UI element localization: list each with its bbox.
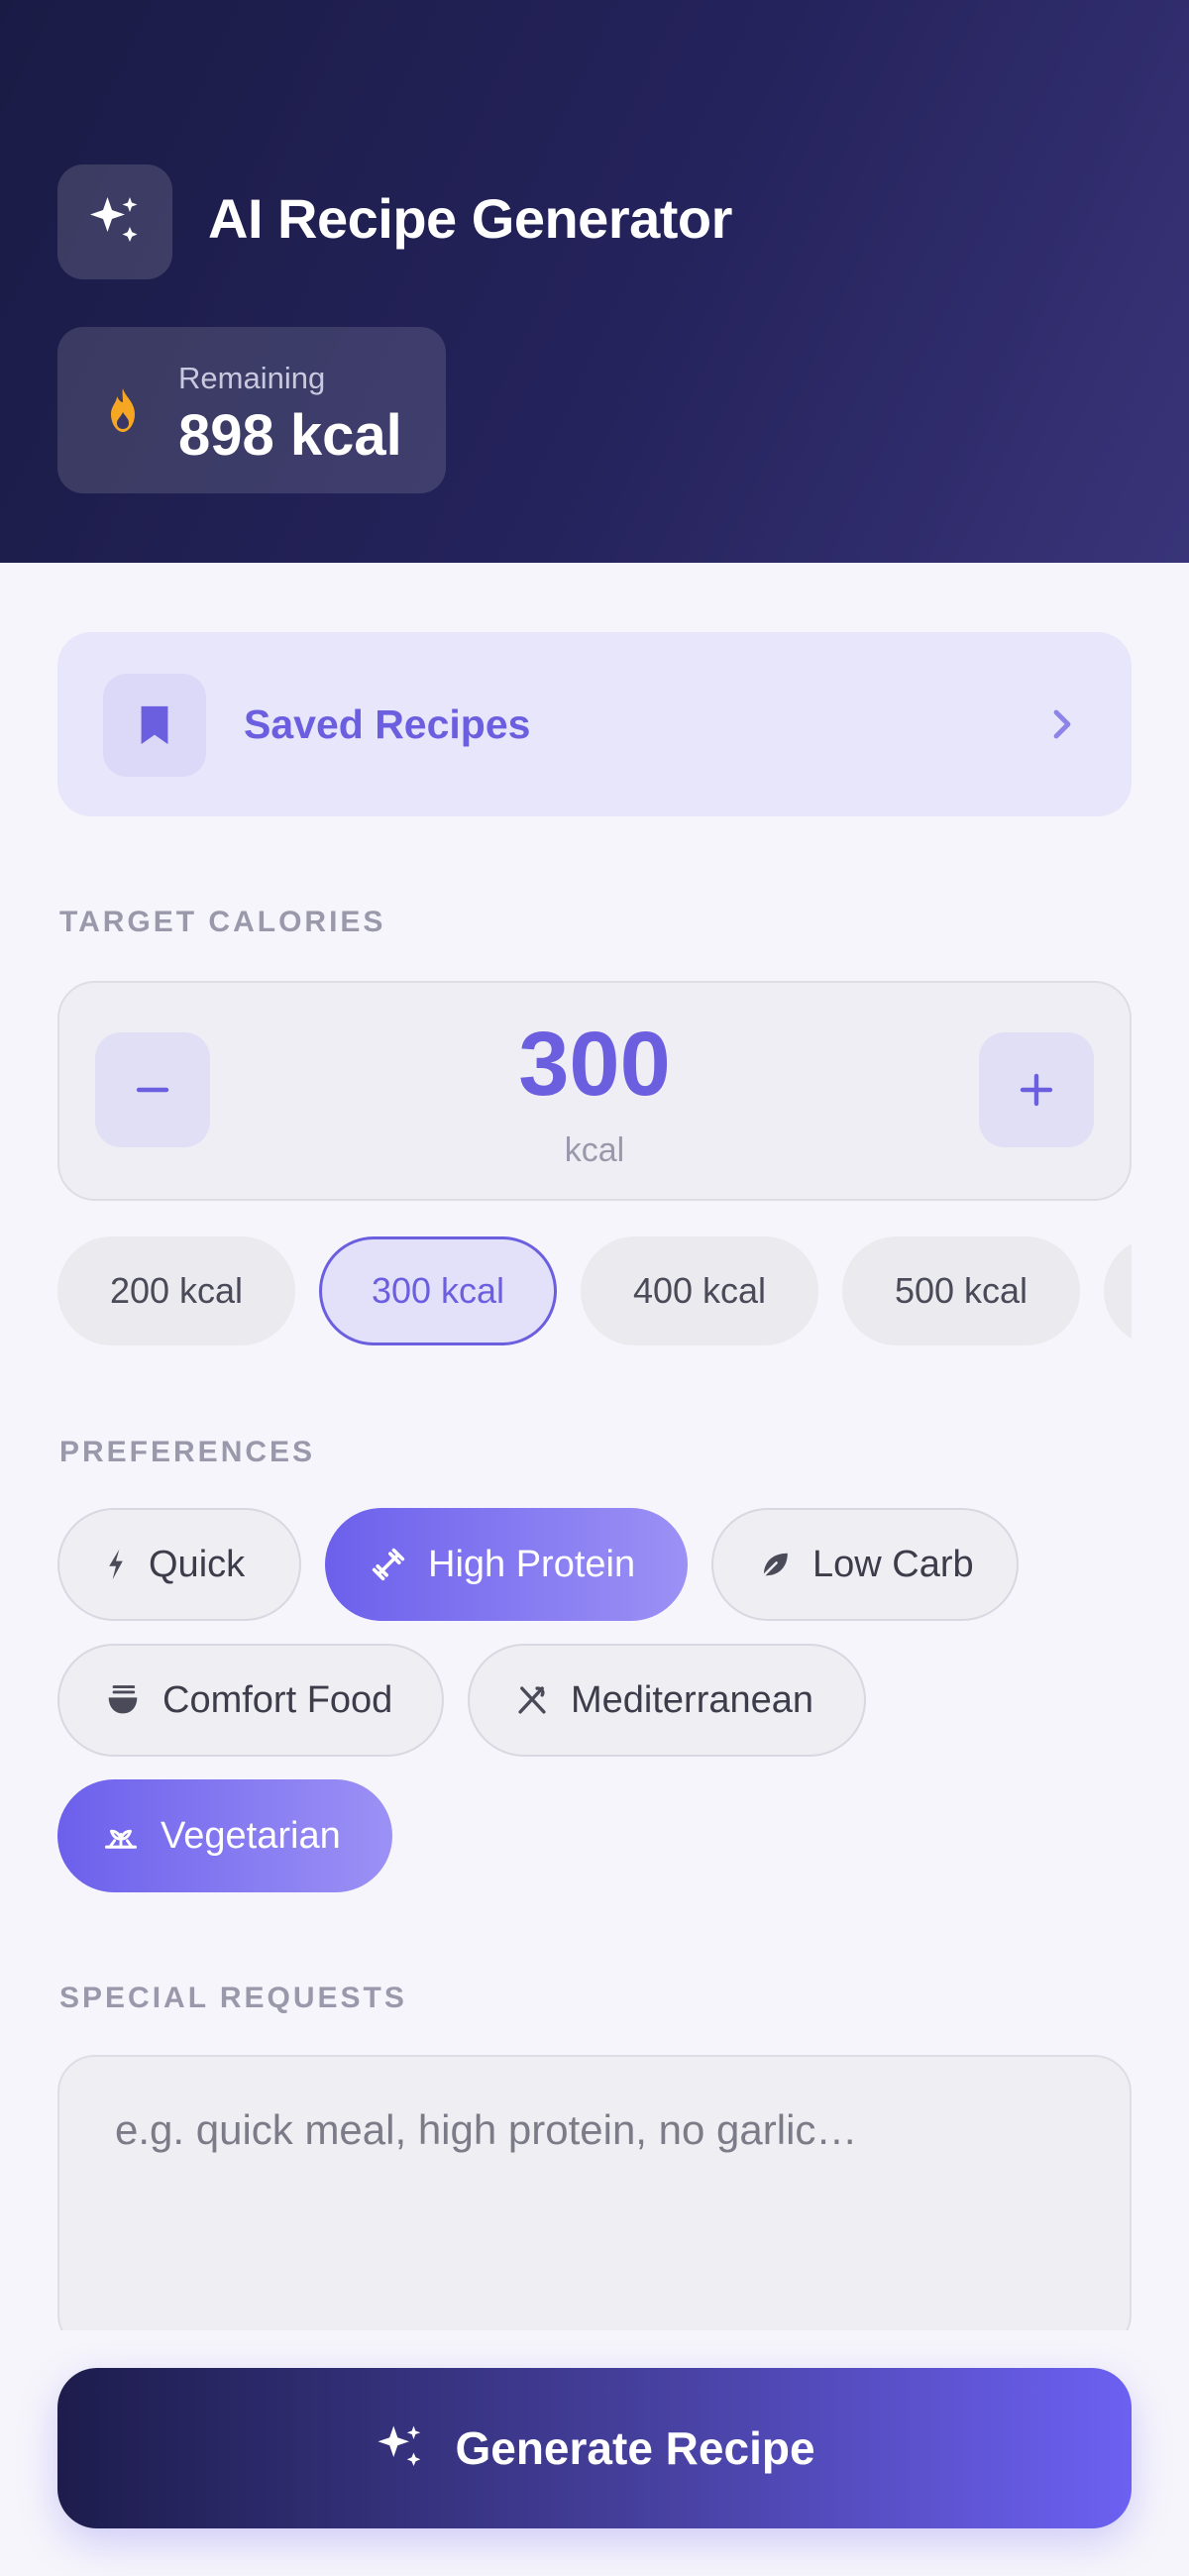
sprout-icon: [103, 1820, 139, 1852]
preference-quick[interactable]: Quick: [57, 1508, 301, 1621]
sparkles-icon: [374, 2421, 427, 2475]
calorie-value: 300: [518, 1014, 671, 1115]
preference-mediterranean[interactable]: Mediterranean: [468, 1644, 866, 1757]
preset-200-kcal[interactable]: 200 kcal: [57, 1236, 295, 1345]
generate-recipe-label: Generate Recipe: [455, 2422, 815, 2474]
special-requests-input[interactable]: e.g. quick meal, high protein, no garlic…: [57, 2055, 1132, 2352]
leaf-icon: [759, 1549, 791, 1580]
target-calories-label: TARGET CALORIES: [59, 906, 386, 938]
remaining-label: Remaining: [178, 361, 326, 395]
chevron-right-icon: [1050, 706, 1074, 747]
flame-icon: [103, 386, 143, 439]
lightning-icon: [105, 1548, 127, 1581]
bookmark-icon: [103, 674, 206, 777]
preset-more[interactable]: [1104, 1236, 1132, 1345]
header: AI Recipe Generator Remaining 898 kcal: [0, 0, 1189, 563]
remaining-value: 898 kcal: [178, 403, 402, 468]
special-requests-placeholder: e.g. quick meal, high protein, no garlic…: [115, 2106, 858, 2153]
calorie-unit: kcal: [564, 1131, 625, 1169]
page-title: AI Recipe Generator: [208, 187, 732, 250]
saved-recipes-label: Saved Recipes: [244, 701, 531, 747]
preferences-label: PREFERENCES: [59, 1436, 316, 1468]
remaining-calories-card: Remaining 898 kcal: [57, 327, 446, 493]
preset-500-kcal[interactable]: 500 kcal: [842, 1236, 1080, 1345]
dumbbell-icon: [371, 1547, 406, 1582]
preference-low-carb[interactable]: Low Carb: [711, 1508, 1019, 1621]
plus-icon: [1020, 1073, 1053, 1107]
saved-recipes-button[interactable]: Saved Recipes: [57, 632, 1132, 816]
calorie-stepper: 300 kcal: [57, 981, 1132, 1201]
increase-calories-button[interactable]: [979, 1032, 1094, 1147]
preference-comfort-food[interactable]: Comfort Food: [57, 1644, 444, 1757]
preset-400-kcal[interactable]: 400 kcal: [581, 1236, 818, 1345]
generate-recipe-button[interactable]: Generate Recipe: [57, 2368, 1132, 2528]
noodle-bowl-icon: [105, 1683, 141, 1717]
special-requests-label: SPECIAL REQUESTS: [59, 1982, 407, 2014]
preference-vegetarian[interactable]: Vegetarian: [57, 1779, 392, 1892]
sparkles-icon: [57, 164, 172, 279]
utensils-icon: [515, 1683, 549, 1717]
preference-high-protein[interactable]: High Protein: [325, 1508, 688, 1621]
calorie-presets: 200 kcal 300 kcal 400 kcal 500 kcal: [57, 1236, 1132, 1347]
preset-300-kcal[interactable]: 300 kcal: [319, 1236, 557, 1345]
